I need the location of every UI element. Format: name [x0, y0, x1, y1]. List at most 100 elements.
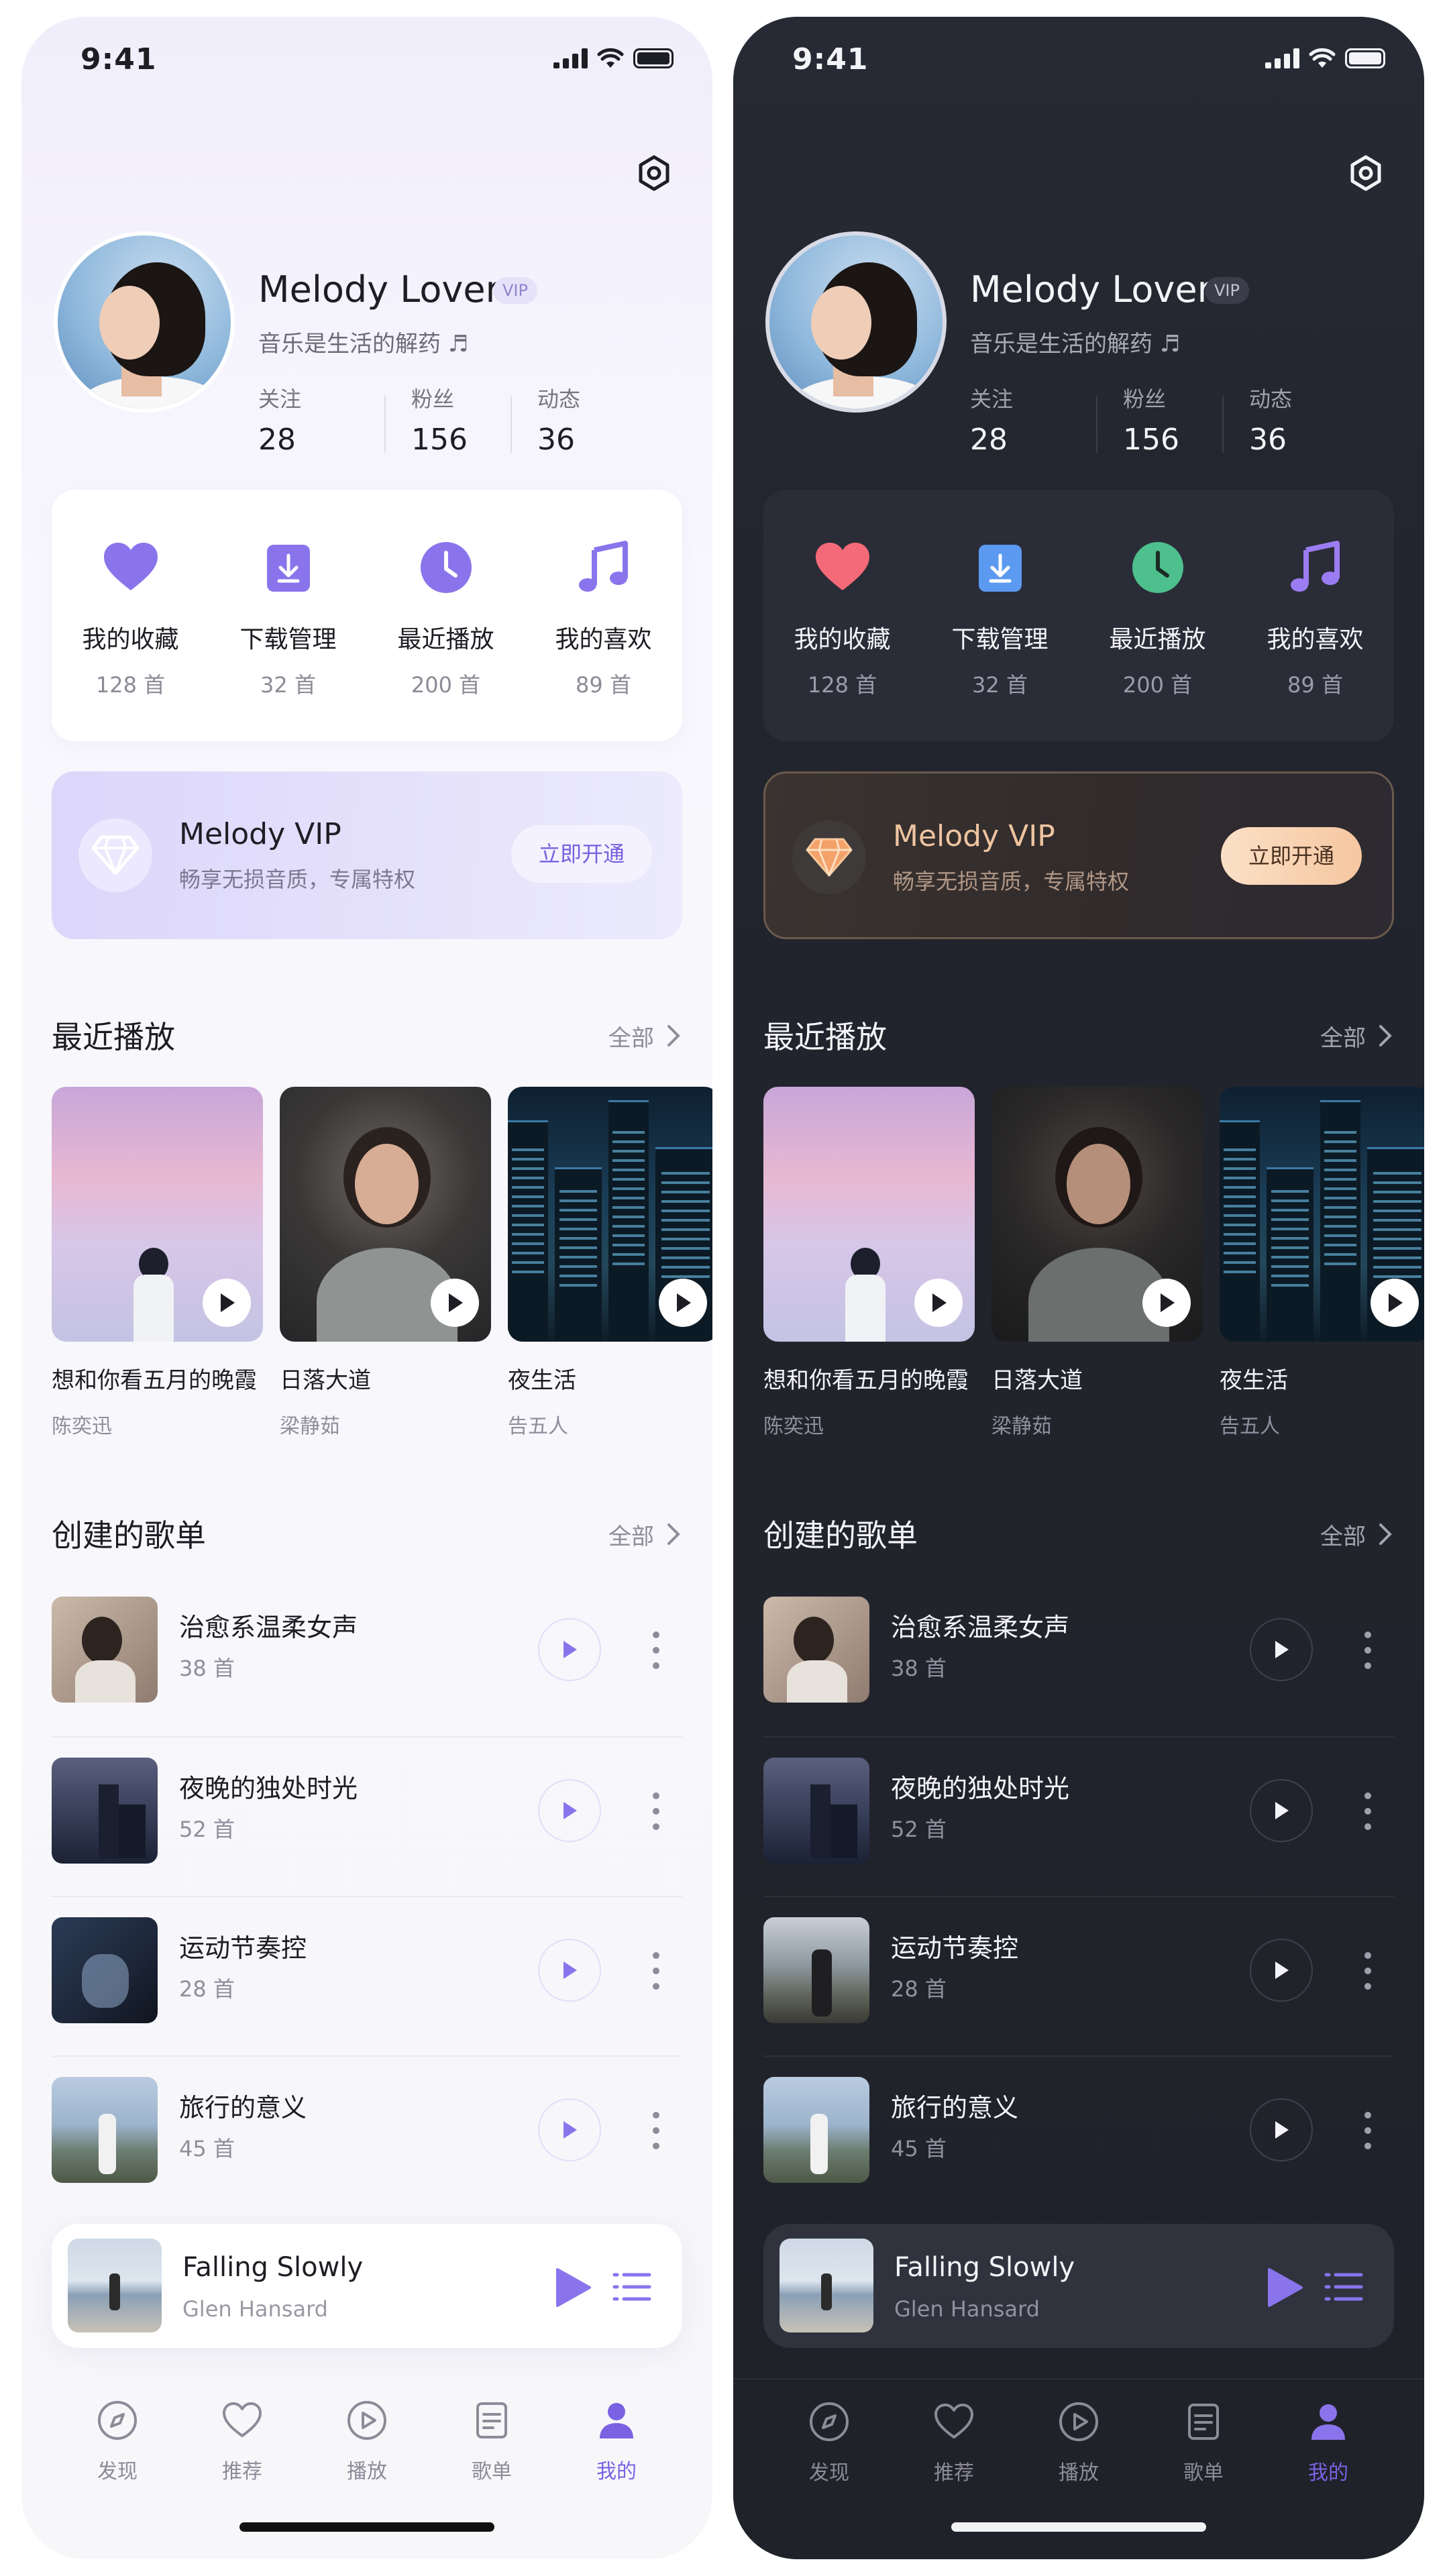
stat-label: 动态 [537, 386, 581, 412]
chevron-right-icon[interactable] [1377, 1521, 1394, 1548]
chevron-right-icon[interactable] [665, 1521, 682, 1548]
play-button[interactable] [1250, 1779, 1313, 1842]
more-icon[interactable] [1364, 1952, 1372, 1990]
more-icon[interactable] [1364, 1792, 1372, 1830]
recent-card[interactable]: 想和你看五月的晚霞 陈奕迅 [52, 1087, 263, 1439]
playlist-count: 52 首 [891, 1817, 947, 1842]
vip-banner[interactable]: Melody VIP 畅享无损音质，专属特权 立即开通 [52, 771, 682, 939]
tab-play[interactable]: 播放 [317, 2378, 417, 2512]
quick-recent[interactable]: 最近播放 200 首 [1084, 537, 1232, 741]
tab-discover[interactable]: 发现 [67, 2378, 168, 2512]
tab-playlists[interactable]: 歌单 [441, 2378, 542, 2512]
play-button[interactable] [538, 1939, 601, 2002]
play-icon[interactable] [914, 1279, 963, 1327]
quick-recent[interactable]: 最近播放 200 首 [372, 537, 520, 741]
play-icon[interactable] [1142, 1279, 1191, 1327]
playlist-icon[interactable] [1324, 2267, 1364, 2307]
play-button[interactable] [538, 1618, 601, 1681]
tab-recommend[interactable]: 推荐 [192, 2378, 292, 2512]
tab-bar: 发现 推荐 播放 歌单 我的 [733, 2378, 1424, 2512]
more-icon[interactable] [1364, 2112, 1372, 2149]
stat-posts[interactable]: 动态 36 [1222, 382, 1348, 457]
stat-following[interactable]: 关注 28 [258, 382, 384, 457]
quick-downloads[interactable]: 下载管理 32 首 [215, 537, 362, 741]
chevron-right-icon[interactable] [1377, 1022, 1394, 1049]
tab-me[interactable]: 我的 [1278, 2379, 1379, 2512]
heart-outline-icon [934, 2404, 973, 2438]
avatar[interactable] [54, 231, 235, 413]
quick-downloads[interactable]: 下载管理 32 首 [926, 537, 1074, 741]
play-button[interactable] [538, 2098, 601, 2161]
stat-value: 156 [411, 423, 468, 457]
vip-banner[interactable]: Melody VIP 畅享无损音质，专属特权 立即开通 [763, 771, 1394, 939]
quick-favorites[interactable]: 我的收藏 128 首 [57, 537, 205, 741]
user-icon [1311, 2404, 1345, 2440]
stat-followers[interactable]: 粉丝 156 [384, 382, 511, 457]
see-all-link[interactable]: 全部 [608, 1020, 654, 1053]
more-icon[interactable] [1364, 1631, 1372, 1669]
see-all-link[interactable]: 全部 [1320, 1518, 1366, 1551]
play-icon[interactable] [203, 1279, 251, 1327]
recent-card[interactable]: 想和你看五月的晚霞 陈奕迅 [763, 1087, 975, 1439]
playlist-row[interactable]: 旅行的意义 45 首 [763, 2055, 1394, 2215]
settings-icon[interactable] [635, 154, 673, 192]
recent-card[interactable]: 日落大道 梁静茹 [991, 1087, 1203, 1439]
play-icon[interactable] [431, 1279, 479, 1327]
play-button[interactable] [1250, 1618, 1313, 1681]
tab-me[interactable]: 我的 [566, 2378, 667, 2512]
chevron-right-icon[interactable] [665, 1022, 682, 1049]
see-all-link[interactable]: 全部 [608, 1518, 654, 1551]
play-icon[interactable] [1260, 2264, 1307, 2311]
play-button[interactable] [538, 1779, 601, 1842]
quick-likes[interactable]: 我的喜欢 89 首 [1242, 537, 1389, 741]
quick-count: 200 首 [1122, 672, 1193, 698]
play-button[interactable] [1250, 2098, 1313, 2161]
home-indicator[interactable] [951, 2522, 1206, 2532]
stat-label: 粉丝 [411, 386, 455, 412]
playlist-row[interactable]: 夜晚的独处时光 52 首 [52, 1736, 682, 1896]
mini-player[interactable]: Falling Slowly Glen Hansard [763, 2224, 1394, 2348]
settings-icon[interactable] [1347, 154, 1385, 192]
more-icon[interactable] [652, 1792, 660, 1830]
stat-label: 关注 [258, 386, 302, 412]
playlist-row[interactable]: 运动节奏控 28 首 [763, 1896, 1394, 2055]
profile-stats: 关注 28 粉丝 156 动态 36 [970, 382, 1348, 457]
quick-count: 89 首 [576, 672, 631, 698]
playlist-row[interactable]: 旅行的意义 45 首 [52, 2055, 682, 2215]
tab-playlists[interactable]: 歌单 [1153, 2379, 1254, 2512]
cover-image [1220, 1087, 1424, 1342]
playlist-count: 52 首 [179, 1817, 235, 1842]
vip-open-button[interactable]: 立即开通 [1221, 827, 1362, 885]
recent-card[interactable]: 日落大道 梁静茹 [280, 1087, 491, 1439]
recent-card[interactable]: 夜生活 告五人 [508, 1087, 712, 1439]
playlist-row[interactable]: 夜晚的独处时光 52 首 [763, 1736, 1394, 1896]
vip-open-button[interactable]: 立即开通 [511, 825, 652, 883]
see-all-link[interactable]: 全部 [1320, 1020, 1366, 1053]
stat-value: 156 [1123, 423, 1179, 457]
quick-favorites[interactable]: 我的收藏 128 首 [769, 537, 916, 741]
stat-posts[interactable]: 动态 36 [511, 382, 637, 457]
playlist-icon[interactable] [612, 2267, 652, 2307]
home-indicator[interactable] [239, 2522, 494, 2532]
more-icon[interactable] [652, 1631, 660, 1669]
recent-card[interactable]: 夜生活 告五人 [1220, 1087, 1424, 1439]
playlist-row[interactable]: 治愈系温柔女声 38 首 [52, 1576, 682, 1736]
stat-following[interactable]: 关注 28 [970, 382, 1096, 457]
tab-discover[interactable]: 发现 [779, 2379, 879, 2512]
play-icon[interactable] [548, 2264, 595, 2311]
tab-play[interactable]: 播放 [1028, 2379, 1129, 2512]
mini-player[interactable]: Falling Slowly Glen Hansard [52, 2224, 682, 2348]
more-icon[interactable] [652, 2112, 660, 2149]
tab-recommend[interactable]: 推荐 [904, 2379, 1004, 2512]
play-button[interactable] [1250, 1939, 1313, 2002]
quick-likes[interactable]: 我的喜欢 89 首 [530, 537, 678, 741]
play-icon[interactable] [659, 1279, 707, 1327]
music-note-icon [1290, 541, 1340, 592]
stat-followers[interactable]: 粉丝 156 [1096, 382, 1222, 457]
more-icon[interactable] [652, 1952, 660, 1990]
playlist-row[interactable]: 运动节奏控 28 首 [52, 1896, 682, 2055]
playlist-row[interactable]: 治愈系温柔女声 38 首 [763, 1576, 1394, 1736]
avatar[interactable] [765, 231, 947, 413]
playlist-count: 28 首 [891, 1976, 947, 2002]
play-icon[interactable] [1371, 1279, 1419, 1327]
